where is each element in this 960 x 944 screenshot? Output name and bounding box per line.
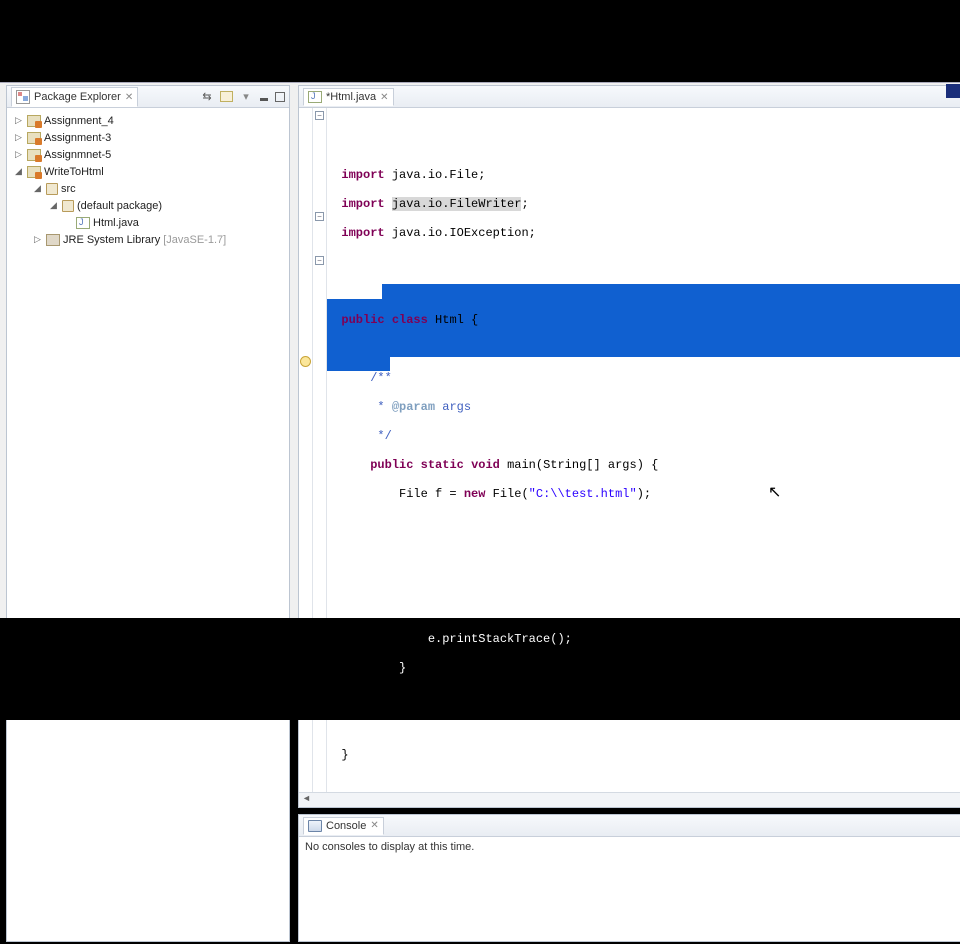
java-file-icon	[308, 91, 322, 103]
tree-label: WriteToHtml	[44, 166, 104, 178]
console-tab-bar: Console ✕	[299, 815, 960, 837]
letterbox-top	[0, 0, 960, 82]
twisty-icon[interactable]: ▷	[13, 150, 24, 160]
tree-item[interactable]: ◢ WriteToHtml	[9, 163, 287, 180]
tree-label: src	[61, 183, 76, 195]
src-folder-icon	[46, 183, 58, 195]
close-icon[interactable]: ✕	[125, 92, 133, 103]
view-menu-icon[interactable]: ▾	[239, 90, 253, 104]
tree-label: Assignmnet-5	[44, 149, 111, 161]
library-suffix: [JavaSE-1.7]	[163, 234, 226, 246]
eclipse-window: Package Explorer ✕ ⇆ ▾ ▷ Assignment_4 ▷ As…	[0, 82, 960, 618]
twisty-icon[interactable]: ▷	[13, 116, 24, 126]
fold-toggle-icon[interactable]: −	[315, 111, 324, 120]
tree-label: (default package)	[77, 200, 162, 212]
package-icon	[62, 200, 74, 212]
minimize-icon[interactable]	[259, 92, 269, 102]
package-explorer-icon	[16, 90, 30, 104]
tree-label: Html.java	[93, 217, 139, 229]
editor-tab-bar: *Html.java ✕	[299, 86, 960, 108]
twisty-icon[interactable]: ◢	[13, 167, 24, 177]
project-icon	[27, 166, 41, 178]
selection-highlight	[382, 284, 960, 299]
explorer-tab[interactable]: Package Explorer ✕	[11, 87, 138, 107]
tree-item[interactable]: ◢ (default package)	[9, 197, 287, 214]
tree-item[interactable]: ▷ Assignment_4	[9, 112, 287, 129]
fold-toggle-icon[interactable]: −	[315, 256, 324, 265]
tree-label: Assignment_4	[44, 115, 114, 127]
tree-label: Assignment-3	[44, 132, 111, 144]
project-icon	[27, 149, 41, 161]
close-icon[interactable]: ✕	[370, 820, 378, 831]
library-icon	[46, 234, 60, 246]
console-title: Console	[326, 820, 366, 832]
tree-item[interactable]: Html.java	[9, 214, 287, 231]
java-file-icon	[76, 217, 90, 229]
console-body: No consoles to display at this time.	[299, 837, 960, 941]
tree-item[interactable]: ◢ src	[9, 180, 287, 197]
package-explorer-panel: Package Explorer ✕ ⇆ ▾ ▷ Assignment_4 ▷ As…	[6, 85, 290, 942]
console-panel: Console ✕ No consoles to display at this…	[298, 814, 960, 942]
console-message: No consoles to display at this time.	[305, 841, 474, 853]
link-editor-icon[interactable]	[220, 91, 233, 102]
selection-highlight	[327, 357, 390, 372]
top-toolbar	[0, 82, 960, 83]
tree-item[interactable]: ▷ Assignment-3	[9, 129, 287, 146]
twisty-icon[interactable]: ◢	[32, 184, 43, 194]
horizontal-scrollbar[interactable]	[299, 792, 960, 807]
explorer-title: Package Explorer	[34, 91, 121, 103]
explorer-actions: ⇆ ▾	[200, 90, 285, 104]
main-area: Package Explorer ✕ ⇆ ▾ ▷ Assignment_4 ▷ As…	[0, 83, 960, 944]
console-tab[interactable]: Console ✕	[303, 817, 384, 835]
text-caret	[407, 662, 408, 675]
twisty-icon[interactable]: ◢	[48, 201, 59, 211]
tree-item[interactable]: ▷ JRE System Library [JavaSE-1.7]	[9, 231, 287, 248]
twisty-icon[interactable]: ▷	[32, 235, 43, 245]
maximize-icon[interactable]	[275, 92, 285, 102]
selection-highlight	[327, 299, 960, 357]
fold-toggle-icon[interactable]: −	[315, 212, 324, 221]
twisty-icon[interactable]: ▷	[13, 133, 24, 143]
project-icon	[27, 132, 41, 144]
close-icon[interactable]: ✕	[380, 92, 388, 103]
project-icon	[27, 115, 41, 127]
console-icon	[308, 820, 322, 832]
editor-panel: *Html.java ✕ − − − import java.io.File; …	[298, 85, 960, 808]
editor-tab-label: *Html.java	[326, 91, 376, 103]
right-area: *Html.java ✕ − − − import java.io.File; …	[298, 85, 960, 942]
tree-item[interactable]: ▷ Assignmnet-5	[9, 146, 287, 163]
quickfix-icon[interactable]	[300, 356, 311, 367]
collapse-all-icon[interactable]: ⇆	[200, 90, 214, 104]
project-tree[interactable]: ▷ Assignment_4 ▷ Assignment-3 ▷ Assignmnet-…	[7, 108, 289, 941]
explorer-tab-bar: Package Explorer ✕ ⇆ ▾	[7, 86, 289, 108]
editor-tab[interactable]: *Html.java ✕	[303, 88, 394, 106]
tree-label: JRE System Library	[63, 234, 160, 246]
